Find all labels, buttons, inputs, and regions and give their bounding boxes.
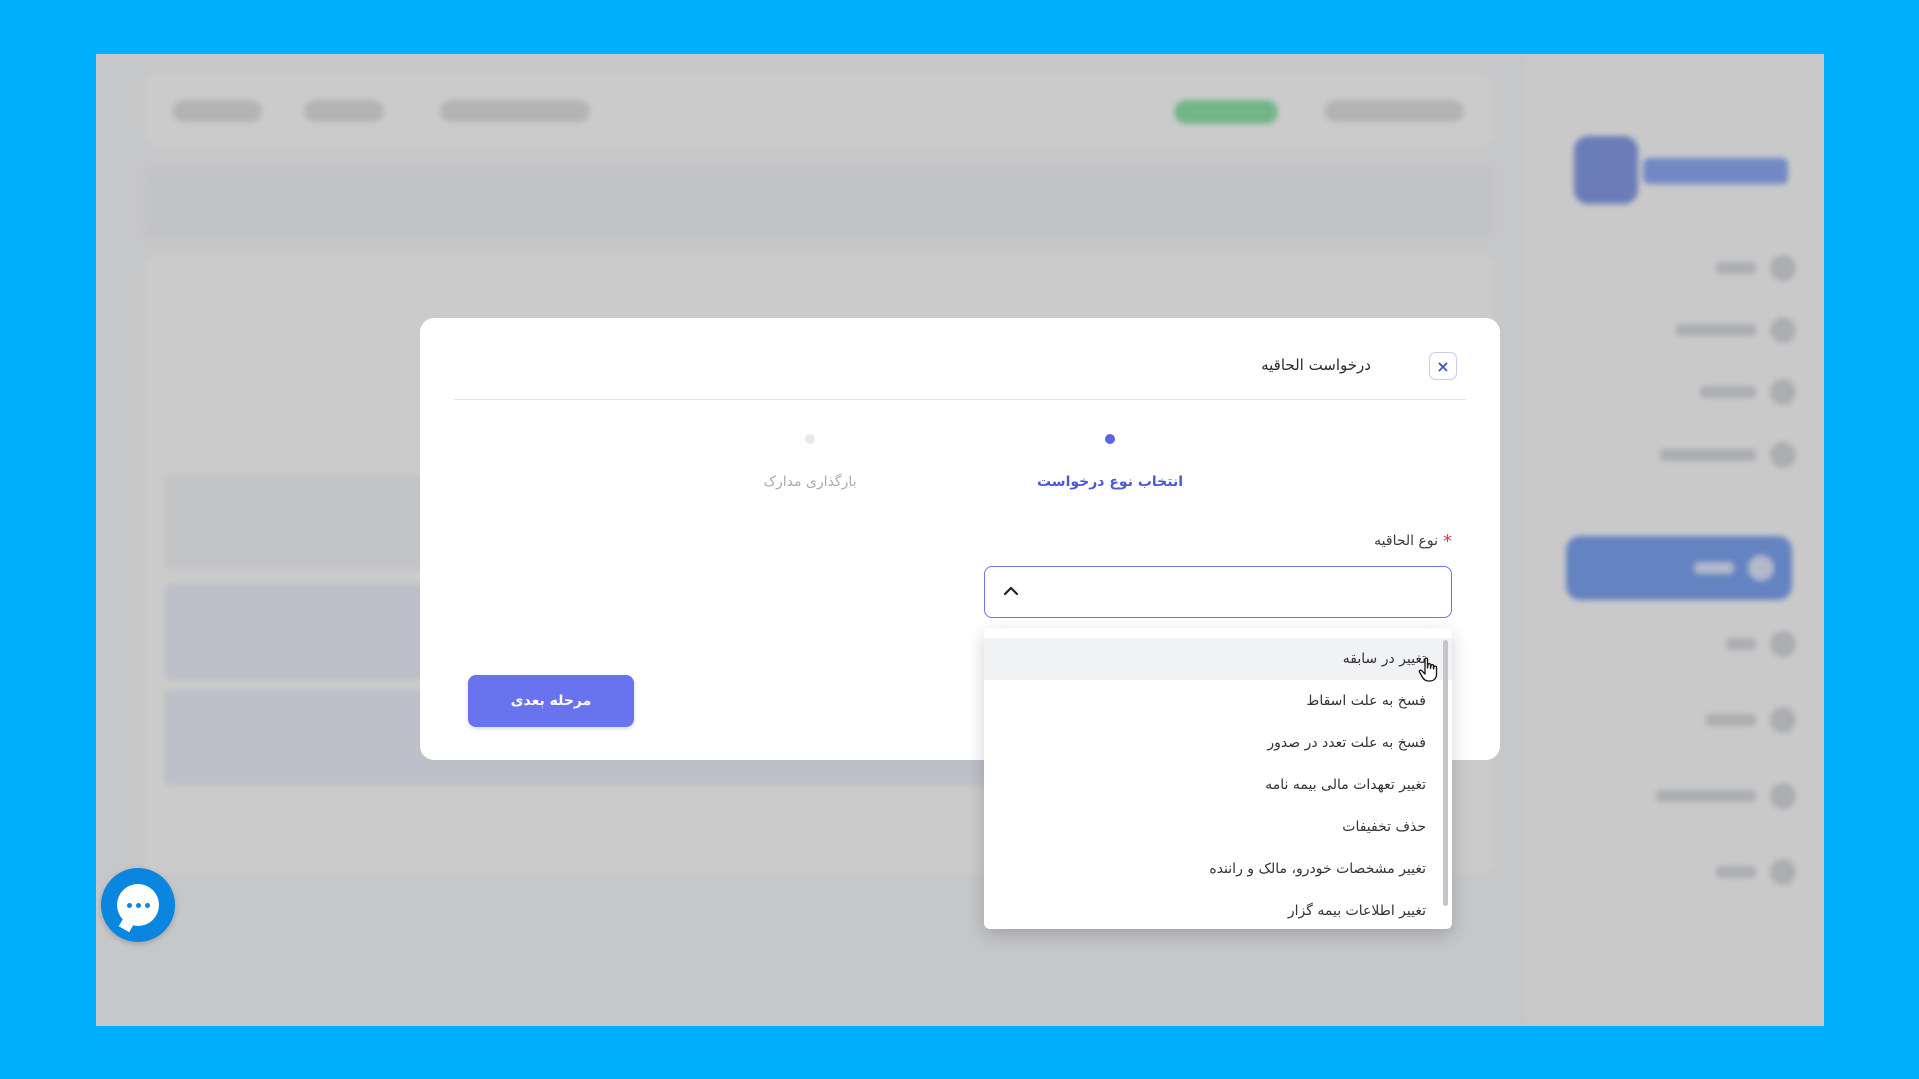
dropdown-option[interactable]: حذف تخفیفات	[984, 806, 1452, 848]
close-icon: ×	[1436, 356, 1450, 376]
modal-header: × درخواست الحاقیه	[453, 318, 1467, 400]
step-upload-documents: بارگذاری مدارک	[700, 434, 920, 490]
step-label: انتخاب نوع درخواست	[1036, 474, 1184, 490]
dropdown-option[interactable]: فسخ به علت تعدد در صدور	[984, 722, 1452, 764]
hand-pointer-icon	[1418, 657, 1438, 682]
endorsement-type-select[interactable]	[984, 566, 1452, 618]
dropdown-option[interactable]: تغییر تعهدات مالی بیمه نامه	[984, 764, 1452, 806]
next-step-button[interactable]: مرحله بعدی	[468, 675, 634, 727]
step-indicator-active	[1105, 434, 1115, 444]
chevron-up-icon	[1003, 586, 1019, 596]
modal-title: درخواست الحاقیه	[1261, 356, 1371, 374]
dropdown-option[interactable]: تغییر مشخصات خودرو، مالک و راننده	[984, 848, 1452, 890]
step-select-request-type: انتخاب نوع درخواست	[1000, 434, 1220, 490]
dropdown-option[interactable]: تغییر در سابقه	[984, 638, 1452, 680]
chat-icon	[117, 884, 159, 926]
endorsement-type-label: *نوع الحاقیه	[1374, 531, 1452, 552]
required-mark: *	[1443, 531, 1452, 552]
close-button[interactable]: ×	[1429, 352, 1457, 380]
dropdown-option[interactable]: فسخ به علت اسقاط	[984, 680, 1452, 722]
dropdown-option[interactable]: تغییر اطلاعات بیمه گزار	[984, 890, 1452, 929]
chat-button[interactable]	[101, 868, 175, 942]
dropdown-scrollbar[interactable]	[1443, 640, 1448, 906]
endorsement-type-dropdown: تغییر در سابقه فسخ به علت اسقاط فسخ به ع…	[984, 628, 1452, 929]
step-indicator	[805, 434, 815, 444]
step-label: بارگذاری مدارک	[763, 474, 857, 490]
